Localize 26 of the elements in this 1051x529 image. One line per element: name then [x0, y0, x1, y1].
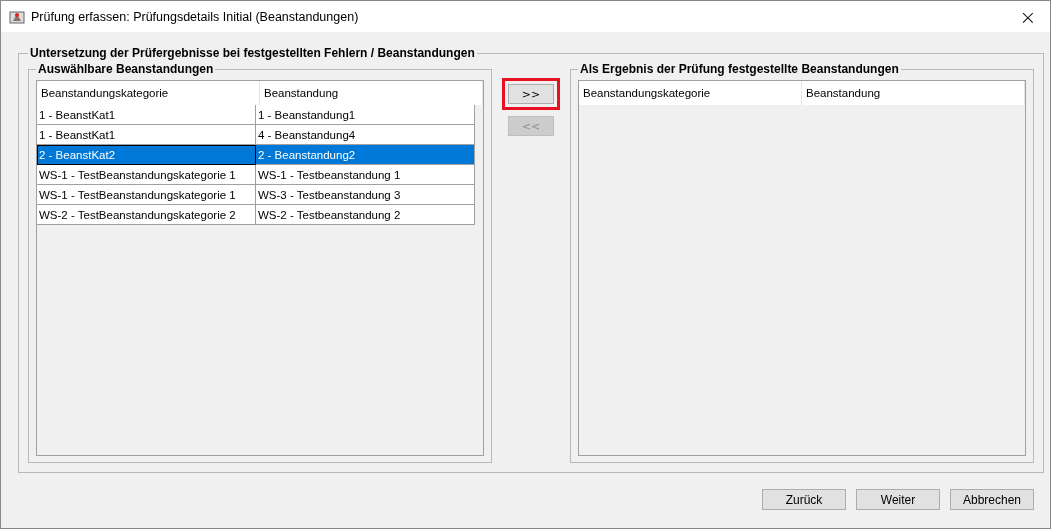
dialog-button[interactable]: Weiter [856, 489, 940, 510]
close-button[interactable]: × [1006, 1, 1050, 32]
window-title: Prüfung erfassen: Prüfungsdetails Initial (Beanstandungen) [31, 9, 359, 24]
table-cell[interactable]: 2 - BeanstKat2 [37, 145, 256, 165]
table-cell[interactable]: WS-2 - Testbeanstandung 2 [256, 205, 475, 225]
panel-title: Als Ergebnis der Prüfung festgestellte Beanstandungen [579, 62, 900, 76]
table-cell[interactable]: 4 - Beanstandung4 [256, 125, 475, 145]
group-title: Untersetzung der Prüfergebnisse bei festgestellten Fehlern / Beanstandungen [29, 46, 476, 60]
table-cell[interactable]: WS-1 - TestBeanstandungskategorie 1 [37, 165, 256, 185]
table-cell[interactable]: 1 - Beanstandung1 [256, 105, 475, 125]
app-icon [9, 8, 25, 25]
column-header[interactable]: Beanstandung [260, 81, 483, 105]
table-cell[interactable]: WS-3 - Testbeanstandung 3 [256, 185, 475, 205]
table-cell[interactable]: 1 - BeanstKat1 [37, 105, 256, 125]
table-cell[interactable]: 2 - Beanstandung2 [256, 145, 475, 165]
table-cell[interactable]: WS-2 - TestBeanstandungskategorie 2 [37, 205, 256, 225]
table-cell[interactable]: WS-1 - Testbeanstandung 1 [256, 165, 475, 185]
column-header[interactable]: Beanstandung [802, 81, 1025, 105]
panel-title: Auswählbare Beanstandungen [37, 62, 215, 76]
column-header[interactable]: Beanstandungskategorie [579, 81, 802, 105]
table-cell[interactable]: WS-1 - TestBeanstandungskategorie 1 [37, 185, 256, 205]
move-button[interactable]: >> [508, 84, 554, 104]
dialog-button[interactable]: Zurück [762, 489, 846, 510]
dialog-button[interactable]: Abbrechen [950, 489, 1034, 510]
column-header[interactable]: Beanstandungskategorie [37, 81, 260, 105]
table-cell[interactable]: 1 - BeanstKat1 [37, 125, 256, 145]
